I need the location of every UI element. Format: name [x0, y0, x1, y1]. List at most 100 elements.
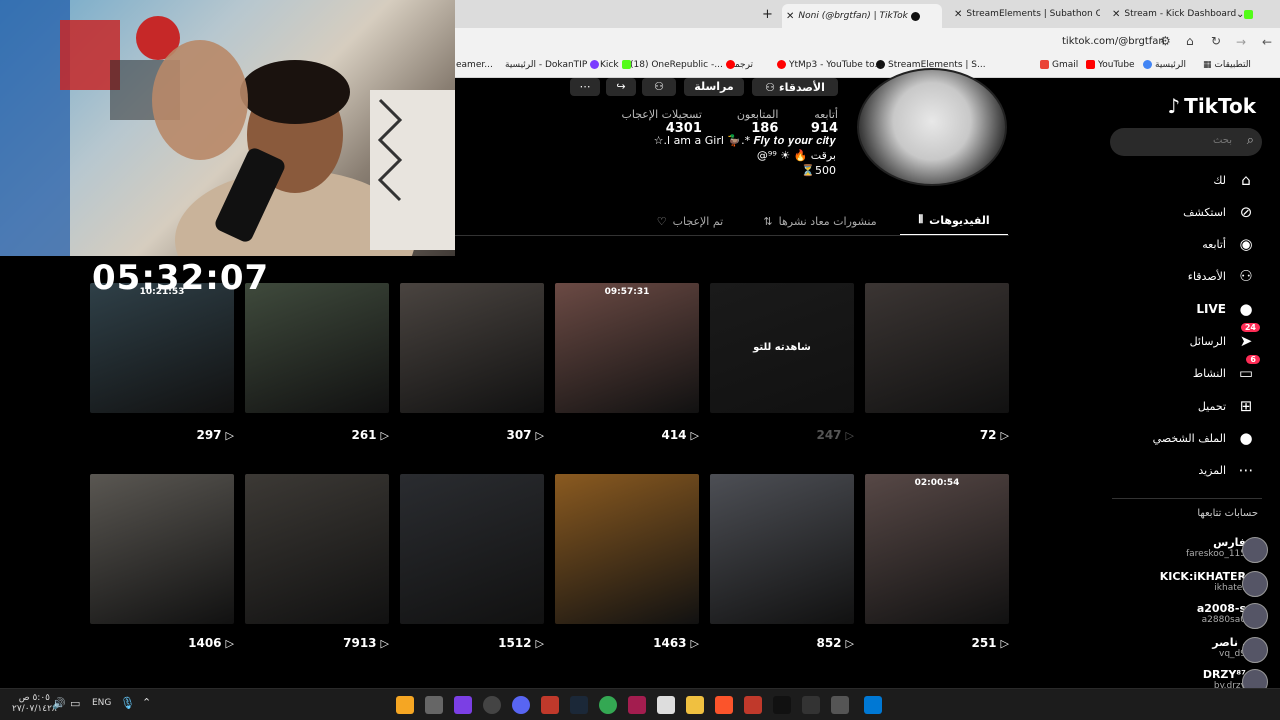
video-thumbnail[interactable]: 10:21:53 — [90, 283, 234, 413]
tab-videos[interactable]: ⦀ الفيديوهات — [900, 206, 1008, 236]
bookmark-home[interactable]: الرئيسية — [1140, 60, 1186, 70]
video-thumbnail[interactable]: 09:57:31 — [555, 283, 699, 413]
sidebar-item-1[interactable]: استكشف ⊘ — [1183, 202, 1256, 222]
back-icon[interactable]: ← — [1262, 35, 1272, 49]
sidebar-item-0[interactable]: لك ⌂ — [1213, 170, 1256, 190]
folder-icon[interactable] — [686, 696, 704, 714]
app-icon-9[interactable] — [628, 696, 646, 714]
play-icon: ▷ — [535, 428, 544, 442]
video-thumbnail[interactable] — [245, 474, 389, 624]
view-count-value: 852 — [816, 636, 842, 650]
file-icon[interactable] — [657, 696, 675, 714]
bookmark-gmail[interactable]: Gmail — [1037, 60, 1078, 70]
app-icon-13[interactable] — [744, 696, 762, 714]
volume-icon[interactable]: 🔊 — [52, 697, 66, 710]
stat-followers[interactable]: المتابعون 186 — [710, 108, 779, 136]
tab-liked[interactable]: ♡ تم الإعجاب — [645, 206, 735, 236]
tiktok-app-icon[interactable] — [773, 696, 791, 714]
view-count: 247 ▷ — [806, 428, 854, 442]
sidebar-item-2[interactable]: أتابعه ◉ — [1202, 234, 1256, 254]
microphone-icon[interactable]: 🎙 — [120, 696, 135, 710]
app-icon-2[interactable] — [425, 696, 443, 714]
bookmark-streamer[interactable]: eamer... — [456, 60, 493, 70]
account-name: a2008-s — [1196, 602, 1246, 615]
language-indicator[interactable]: ENG — [92, 698, 111, 708]
share-icon[interactable]: ↪ — [606, 78, 636, 96]
bookmark-kick[interactable]: Kick — [600, 60, 634, 70]
tab-reposts[interactable]: ⇅ منشورات معاد نشرها — [760, 206, 880, 236]
sidebar-item-9[interactable]: المزيد ⋯ — [1198, 460, 1256, 480]
system-clock[interactable]: ٥:٠٥ ص ٢٧/٠٧/١٤٢٨ — [12, 693, 57, 715]
close-tab-icon[interactable]: ✕ — [786, 11, 794, 22]
profile-avatar[interactable] — [857, 68, 1007, 186]
windows-start-icon[interactable] — [864, 696, 882, 714]
search-input[interactable]: ⌕ بحث — [1110, 128, 1262, 156]
forward-icon[interactable]: → — [1236, 35, 1246, 49]
app-icon-obs[interactable] — [454, 696, 472, 714]
brave-icon[interactable] — [715, 696, 733, 714]
app-icon-4[interactable] — [483, 696, 501, 714]
video-thumbnail[interactable] — [710, 474, 854, 624]
following-account[interactable]: ناصر . vq_d9 — [1212, 636, 1246, 659]
sidebar-item-label: LIVE — [1196, 302, 1226, 316]
bookmark-onerepublic[interactable]: (18) OneRepublic -... — [630, 60, 738, 70]
home-browser-icon[interactable]: ⌂ — [1186, 34, 1194, 48]
friends-icon: ⚇ — [1239, 267, 1253, 285]
friends-button[interactable]: ⚇ الأصدقاء — [752, 78, 838, 96]
sidebar-item-label: الرسائل — [1189, 334, 1226, 348]
account-avatar[interactable] — [1242, 537, 1268, 563]
video-thumbnail[interactable] — [400, 474, 544, 624]
following-account[interactable]: KICK:iKHATER ikhater — [1160, 570, 1246, 593]
view-count: 251 ▷ — [961, 636, 1009, 650]
sidebar-item-5[interactable]: الرسائل ➤ 24 — [1189, 323, 1260, 351]
tray-chevron-icon[interactable]: ⌃ — [142, 696, 151, 709]
reload-icon[interactable]: ↻ — [1211, 34, 1221, 48]
app-icon-6[interactable] — [541, 696, 559, 714]
account-avatar[interactable] — [1242, 603, 1268, 629]
tab-streamelements[interactable]: ✕ StreamElements | Subathon Co — [950, 4, 1100, 24]
sidebar-item-3[interactable]: الأصدقاء ⚇ — [1188, 266, 1256, 286]
tiktok-logo[interactable]: ♪ TikTok — [1167, 94, 1256, 118]
message-button[interactable]: مراسلة — [684, 78, 744, 96]
steam-icon[interactable] — [570, 696, 588, 714]
bookmark-dokantip[interactable]: الرئيسية - DokanTIP — [505, 60, 602, 70]
video-thumbnail[interactable]: شاهدته للتو — [710, 283, 854, 413]
bookmark-youtube[interactable]: YouTube — [1083, 60, 1135, 70]
network-icon[interactable]: ▭ — [70, 697, 80, 710]
following-account[interactable]: فارس fareskoo_115 — [1186, 536, 1246, 559]
compass-icon: ⊘ — [1239, 203, 1253, 221]
app-icon-1[interactable] — [396, 696, 414, 714]
url-text[interactable]: tiktok.com/@brgtfan — [1062, 36, 1165, 47]
video-thumbnail[interactable] — [865, 283, 1009, 413]
close-tab-icon[interactable]: ✕ — [954, 9, 962, 20]
chrome-icon[interactable] — [599, 696, 617, 714]
sidebar-item-8[interactable]: الملف الشخصي ● — [1153, 428, 1256, 448]
account-avatar[interactable] — [1242, 637, 1268, 663]
stat-following[interactable]: أتابعه 914 — [786, 108, 838, 136]
video-thumbnail[interactable] — [400, 283, 544, 413]
video-thumbnail[interactable] — [90, 474, 234, 624]
close-tab-icon[interactable]: ✕ — [1112, 9, 1120, 20]
tab-tiktok-active[interactable]: ✕ Noni (@brgtfan) | TikTok — [782, 4, 942, 28]
video-thumbnail[interactable] — [555, 474, 699, 624]
account-handle: ikhater — [1214, 583, 1246, 593]
account-avatar[interactable] — [1242, 571, 1268, 597]
video-thumbnail[interactable]: 02:00:54 — [865, 474, 1009, 624]
sidebar-item-7[interactable]: تحميل ⊞ — [1198, 396, 1256, 416]
view-count-value: 297 — [196, 428, 222, 442]
add-friend-icon[interactable]: ⚇ — [642, 78, 676, 96]
video-thumbnail[interactable] — [245, 283, 389, 413]
discord-icon[interactable] — [512, 696, 530, 714]
sidebar-item-4[interactable]: LIVE ● — [1196, 299, 1256, 319]
new-tab-button[interactable]: + — [762, 4, 776, 24]
tab-menu-chevron-icon[interactable]: ⌄ — [1236, 4, 1250, 24]
bookmark-ytmp3[interactable]: YtMp3 - YouTube to... — [774, 60, 883, 70]
bookmark-apps[interactable]: ▦ التطبيقات — [1203, 60, 1251, 70]
sidebar-item-6[interactable]: النشاط ▭ 6 — [1193, 355, 1260, 383]
following-account[interactable]: a2008-s a2880sa0 — [1197, 602, 1246, 625]
store-icon[interactable] — [831, 696, 849, 714]
app-icon-15[interactable] — [802, 696, 820, 714]
sidebar-item-label: لك — [1213, 173, 1226, 187]
more-options-icon[interactable]: ⋯ — [570, 78, 600, 96]
account-name: KICK:iKHATER — [1159, 570, 1246, 583]
